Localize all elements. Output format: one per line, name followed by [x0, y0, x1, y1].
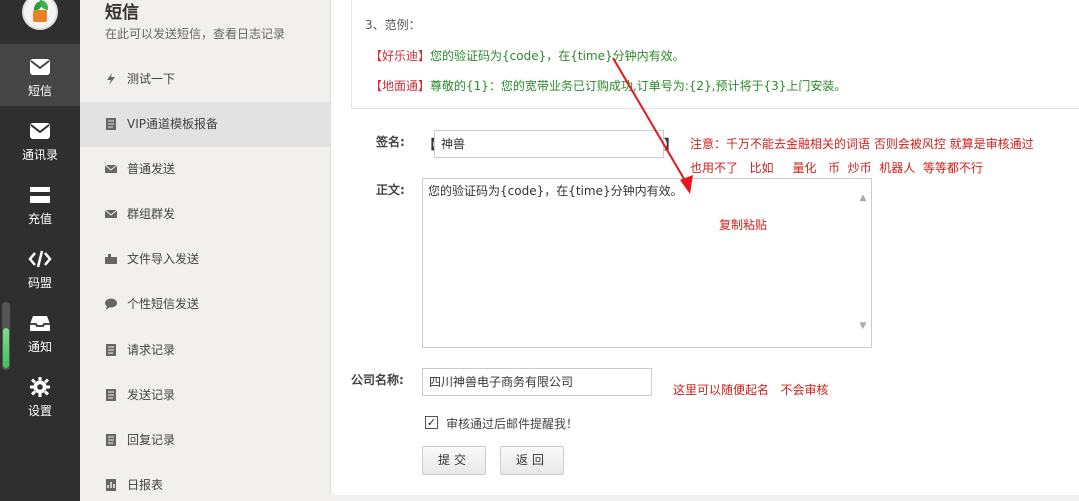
subnav-title: 短信 [105, 3, 139, 23]
back-button[interactable]: 返回 [500, 446, 564, 475]
import-icon [105, 254, 117, 264]
icon-rail: 短信 通讯录 充值 码盟 通知 设置 [0, 0, 80, 501]
nav-item-group-send[interactable]: 群组群发 [80, 192, 330, 237]
example-tag: 【好乐迪】 [370, 49, 431, 63]
document-icon [106, 434, 116, 446]
example-line-2: 【地面通】尊敬的{1}：您的宽带业务已订购成功,订单号为:{2},预计将于{3}… [370, 77, 846, 94]
nav-item-file-import[interactable]: 文件导入发送 [80, 237, 330, 282]
card-icon [30, 187, 50, 203]
company-label: 公司名称: [351, 373, 404, 387]
rail-item-settings[interactable]: 设置 [0, 364, 80, 426]
email-notify-label: 审核通过后邮件提醒我！ [446, 417, 579, 431]
nav-item-vip-template[interactable]: VIP通道模板报备 [80, 102, 330, 147]
submit-button[interactable]: 提交 [422, 446, 486, 475]
mail-icon [30, 59, 50, 75]
nav-item-test[interactable]: 测试一下 [80, 57, 330, 102]
subnav-subtitle: 在此可以发送短信，查看日志记录 [105, 27, 286, 41]
envelope-icon [104, 209, 118, 218]
rail-item-label: 码盟 [27, 276, 52, 290]
nav-item-label: 文件导入发送 [127, 252, 200, 266]
nav-item-request-log[interactable]: 请求记录 [80, 328, 330, 373]
document-icon [106, 118, 116, 130]
example-line-1: 【好乐迪】您的验证码为{code}，在{time}分钟内有效。 [370, 47, 685, 64]
rail-item-recharge[interactable]: 充值 [0, 172, 80, 234]
example-tag: 【地面通】 [370, 79, 431, 93]
bracket-close: 】 [664, 138, 678, 153]
document-icon [106, 389, 116, 401]
nav-item-send-log[interactable]: 发送记录 [80, 373, 330, 418]
secondary-nav: 短信 在此可以发送短信，查看日志记录 测试一下 VIP通道模板报备 普通发送 群… [80, 0, 330, 501]
rail-item-label: 通知 [27, 340, 52, 354]
rail-item-code[interactable]: 码盟 [0, 236, 80, 298]
rail-item-label: 通讯录 [21, 148, 58, 162]
example-text: 尊敬的{1}：您的宽带业务已订购成功,订单号为:{2},预计将于{3}上门安装。 [430, 79, 847, 93]
signature-input[interactable]: 神兽 [434, 130, 664, 158]
nav-item-label: 个性短信发送 [127, 297, 200, 311]
scroll-down-icon[interactable]: ▼ [857, 321, 869, 331]
nav-item-label: 请求记录 [127, 343, 176, 357]
body-textarea[interactable]: 您的验证码为{code}，在{time}分钟内有效。 ▲ ▼ [422, 178, 872, 348]
example-box: 3、范例： 【好乐迪】您的验证码为{code}，在{time}分钟内有效。 【地… [351, 0, 1079, 109]
inbox-icon [30, 316, 50, 331]
nav-item-personal-sms[interactable]: 个性短信发送 [80, 282, 330, 327]
chat-icon [105, 298, 117, 310]
document-icon [106, 344, 116, 356]
email-notify-checkbox[interactable]: ✓ [425, 416, 438, 429]
body-label: 正文: [376, 183, 405, 197]
contacts-icon [30, 123, 50, 139]
chart-icon [106, 479, 116, 491]
nav-item-label: 测试一下 [127, 72, 176, 86]
subnav-header: 短信 在此可以发送短信，查看日志记录 [105, 0, 285, 42]
rail-item-label: 充值 [27, 212, 52, 226]
body-text: 您的验证码为{code}，在{time}分钟内有效。 [428, 184, 683, 198]
nav-item-daily-report[interactable]: 日报表 [80, 463, 330, 501]
envelope-icon [104, 164, 118, 173]
gear-icon [30, 377, 50, 397]
copy-paste-note: 复制粘贴 [719, 218, 768, 232]
nav-item-reply-log[interactable]: 回复记录 [80, 418, 330, 463]
code-icon [28, 250, 52, 268]
example-heading: 3、范例： [365, 18, 421, 32]
nav-item-label: 群组群发 [127, 207, 176, 221]
example-text: 您的验证码为{code}，在{time}分钟内有效。 [430, 49, 685, 63]
rail-item-label: 设置 [27, 404, 52, 418]
rail-item-label: 短信 [27, 84, 52, 98]
nav-item-label: 发送记录 [127, 388, 176, 402]
company-note: 这里可以随便起名 不会审核 [673, 383, 829, 397]
warning-note-line1: 注意：千万不能去金融相关的词语 否则会被风控 就算是审核通过 [690, 137, 1034, 151]
warning-note-line2: 也用不了 比如 量化 币 炒币 机器人 等等都不行 [690, 161, 983, 175]
app-logo[interactable] [22, 0, 58, 30]
nav-item-label: 日报表 [127, 478, 164, 492]
nav-item-normal-send[interactable]: 普通发送 [80, 147, 330, 192]
rail-item-contacts[interactable]: 通讯录 [0, 108, 80, 170]
rail-item-notify[interactable]: 通知 [0, 300, 80, 362]
bolt-icon [107, 73, 115, 85]
nav-item-label: 普通发送 [127, 162, 176, 176]
rail-scrollbar[interactable] [2, 302, 10, 370]
rail-item-sms[interactable]: 短信 [0, 44, 80, 106]
scroll-up-icon[interactable]: ▲ [857, 193, 869, 203]
nav-item-label: VIP通道模板报备 [127, 117, 218, 131]
company-input[interactable]: 四川神兽电子商务有限公司 [422, 368, 652, 396]
nav-item-label: 回复记录 [127, 433, 176, 447]
signature-label: 签名: [376, 135, 405, 149]
